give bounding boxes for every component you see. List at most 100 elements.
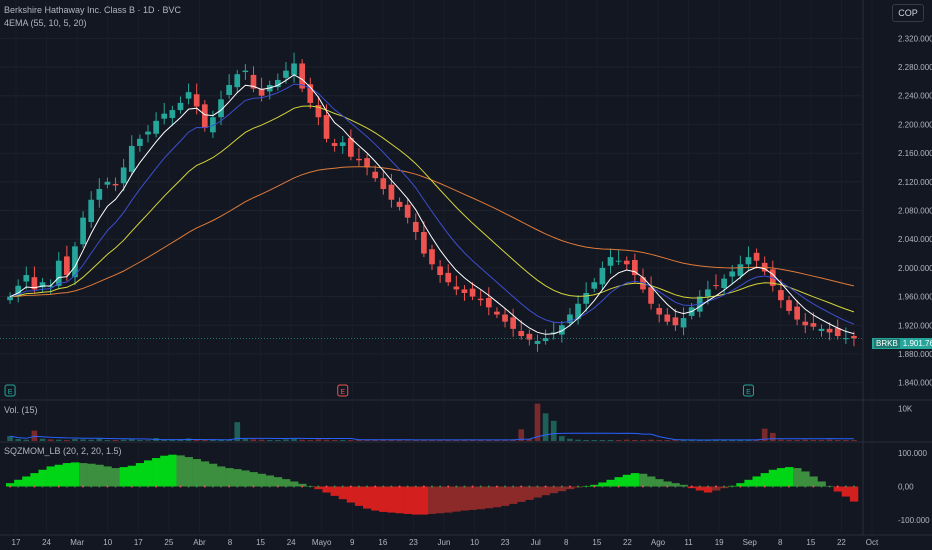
squeeze-dot: [130, 485, 133, 488]
squeeze-bar: [809, 476, 818, 487]
squeeze-bar: [622, 474, 632, 487]
squeeze-dot: [155, 485, 158, 488]
time-tick-label: 24: [287, 538, 296, 547]
price-tick-label: 2.280.000: [898, 63, 932, 72]
event-marker: E: [4, 384, 16, 397]
volume-bar: [769, 432, 776, 441]
volume-bar: [250, 439, 257, 441]
time-tick-label: 24: [42, 538, 51, 547]
squeeze-dot: [487, 485, 490, 488]
squeeze-dot: [666, 485, 669, 488]
candle-body: [485, 298, 492, 308]
squeeze-dot: [122, 485, 125, 488]
time-tick-label: 17: [134, 538, 143, 547]
volume-bar: [23, 439, 30, 441]
candle-body: [851, 336, 857, 339]
squeeze-bar: [152, 458, 161, 487]
volume-bar: [145, 440, 151, 441]
price-tick-label: 2.320.000: [898, 34, 932, 43]
candle-body: [705, 289, 711, 297]
chart-canvas[interactable]: 2.320.000 2.280.000 2.240.000 2.200.000 2.16…: [0, 0, 932, 550]
volume-label[interactable]: Vol. (15): [4, 405, 38, 415]
time-tick-label: 15: [256, 538, 265, 547]
volume-bar: [274, 440, 281, 441]
squeeze-dot: [495, 485, 498, 488]
candle-body: [753, 252, 760, 261]
volume-bar: [567, 438, 573, 441]
squeeze-dot: [698, 485, 701, 488]
indicator-label[interactable]: 4EMA (55, 10, 5, 20): [4, 18, 87, 28]
squeeze-dot: [406, 485, 409, 488]
time-tick-label: Oct: [866, 538, 879, 547]
candle-body: [445, 272, 452, 283]
squeeze-dot: [357, 485, 360, 488]
candle-body: [80, 217, 86, 245]
time-tick-label: Ago: [651, 538, 666, 547]
squeeze-bar: [249, 472, 258, 487]
volume-bar: [39, 438, 46, 441]
candle-body: [137, 138, 143, 146]
event-marker-label: E: [8, 389, 13, 396]
squeeze-dot: [187, 485, 190, 488]
volume-bar: [80, 439, 86, 441]
volume-bar: [591, 440, 598, 441]
time-tick-label: Sep: [743, 538, 758, 547]
squeeze-dot: [609, 485, 612, 488]
squeeze-dot: [844, 485, 847, 488]
squeeze-dot: [836, 485, 839, 488]
squeeze-dot: [763, 485, 766, 488]
time-tick-label: 19: [715, 538, 724, 547]
squeeze-dot: [593, 485, 596, 488]
volume-bar: [794, 440, 800, 441]
squeeze-dot: [390, 485, 393, 488]
squeeze-dot: [82, 485, 85, 488]
currency-button[interactable]: COP: [892, 4, 924, 22]
squeeze-dot: [568, 485, 571, 488]
squeeze-dot: [114, 485, 117, 488]
squeeze-dot: [203, 485, 206, 488]
candle-body: [169, 110, 176, 118]
squeeze-label[interactable]: SQZMOM_LB (20, 2, 20, 1.5): [4, 446, 122, 456]
squeeze-bar: [541, 486, 550, 496]
time-tick-label: 10: [103, 538, 112, 547]
candle-body: [283, 70, 289, 78]
candle-body: [778, 290, 784, 301]
volume-bar: [786, 440, 792, 441]
candle-body: [331, 143, 338, 146]
squeeze-bar: [647, 476, 656, 487]
candle-body: [193, 94, 200, 107]
candle-body: [128, 145, 135, 172]
squeeze-bar: [468, 486, 477, 510]
squeeze-bar: [119, 467, 129, 487]
volume-bar: [339, 440, 346, 441]
squeeze-bar: [346, 486, 356, 503]
volume-ma-line: [10, 432, 854, 441]
squeeze-bar: [95, 464, 104, 487]
squeeze-bar: [492, 486, 502, 508]
squeeze-bar: [427, 486, 437, 514]
candle-body: [55, 260, 62, 286]
squeeze-bar: [776, 468, 786, 487]
squeeze-dot: [220, 485, 223, 488]
squeeze-dot: [723, 485, 726, 488]
volume-bar: [64, 440, 70, 441]
squeeze-bar: [411, 486, 421, 515]
candle-body: [526, 333, 533, 340]
squeeze-bar: [241, 470, 250, 487]
time-tick-label: Mar: [70, 538, 84, 547]
candle-body: [185, 92, 192, 99]
squeeze-dot: [536, 485, 539, 488]
candle-body: [372, 171, 379, 179]
candle-body: [518, 331, 525, 337]
candle-body: [112, 183, 119, 186]
squeeze-dot: [479, 485, 482, 488]
candle-body: [145, 131, 151, 135]
candle-body: [396, 201, 403, 207]
squeeze-dot: [171, 485, 174, 488]
squeeze-tick-label: 100.000: [898, 449, 927, 458]
candle-body: [323, 115, 330, 139]
squeeze-bar: [841, 486, 851, 497]
squeeze-dot: [57, 485, 60, 488]
squeeze-bar: [111, 468, 120, 487]
squeeze-bar: [403, 486, 413, 514]
